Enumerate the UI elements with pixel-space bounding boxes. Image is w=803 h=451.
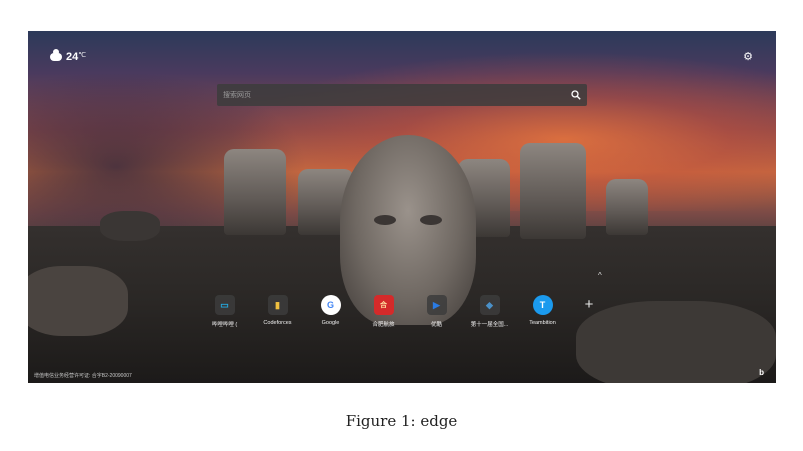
background-stone-eye [420,215,442,225]
quick-link-label: 哔哩哔哩 ( [211,322,238,328]
quick-link-label: 优酷 [430,322,442,328]
bing-icon[interactable]: b [759,368,764,377]
search-box[interactable] [217,84,587,106]
search-input[interactable] [217,90,565,100]
quick-link-google[interactable]: G Google [304,295,357,328]
chevron-up-icon[interactable]: ^ [598,271,602,280]
quick-link-bilibili[interactable]: ▭ 哔哩哔哩 ( [198,295,251,328]
background-statue [224,149,286,235]
google-icon: G [320,295,341,315]
quick-link-label: Teambition [529,320,556,326]
gear-icon: ⚙ [743,51,753,63]
quick-link-label: 合肥航旅 [372,322,395,328]
weather-widget[interactable]: 24℃ [50,49,86,63]
plus-icon: + [584,296,594,313]
bilibili-icon: ▭ [214,295,235,315]
quick-link-site[interactable]: ◆ 第十一届全国... [463,295,516,328]
background-stone-eye [374,215,396,225]
background-statue [520,143,586,239]
quick-link-codeforces[interactable]: ▮ Codeforces [251,295,304,328]
cloud-icon [50,49,62,61]
hefei-icon: 合 [373,295,394,315]
figure-caption: Figure 1: edge [345,412,458,430]
background-statue [606,179,648,235]
quick-link-label: 第十一届全国... [470,322,509,328]
search-button[interactable] [565,84,587,106]
license-text[interactable]: 增值电信业务经营许可证: 合字B2-20090007 [34,372,132,379]
quick-link-hefei[interactable]: 合 合肥航旅 [357,295,410,328]
site-icon: ◆ [479,295,500,315]
quick-link-youku[interactable]: ▶ 优酷 [410,295,463,328]
search-icon [571,90,581,100]
temperature-number: 24 [66,51,79,63]
codeforces-icon: ▮ [267,295,288,315]
youku-icon: ▶ [426,295,447,315]
temperature-value: 24℃ [66,51,86,63]
background-rock [100,211,160,241]
add-quick-link-button[interactable]: + [569,295,609,315]
temperature-unit: ℃ [78,52,87,59]
quick-links: ▭ 哔哩哔哩 ( ▮ Codeforces G Google 合 合肥航旅 ▶ … [198,295,609,328]
settings-button[interactable]: ⚙ [742,51,754,63]
teambition-icon: T [532,295,553,315]
quick-link-teambition[interactable]: T Teambition [516,295,569,328]
edge-new-tab-page: 24℃ ⚙ ^ ▭ 哔哩哔哩 ( ▮ Codeforces G Google 合 [28,31,776,383]
background-rock [28,266,128,336]
quick-link-label: Google [321,320,340,326]
quick-link-label: Codeforces [263,320,292,326]
